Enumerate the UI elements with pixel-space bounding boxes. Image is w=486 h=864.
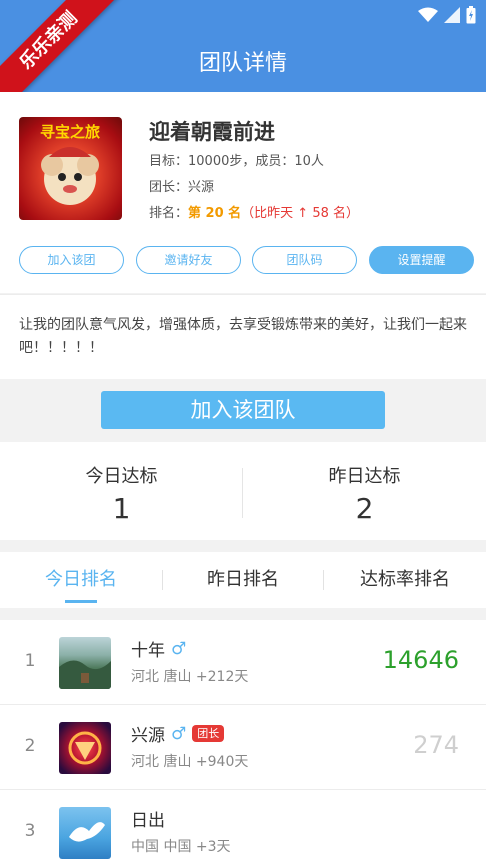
- member-steps: 274: [413, 731, 459, 759]
- team-description: 让我的团队意气风发，增强体质，去享受锻炼带来的美好，让我们一起来吧！！！！！: [0, 294, 486, 379]
- invite-friends-button[interactable]: 邀请好友: [136, 246, 241, 274]
- team-leader: 团长：兴源: [149, 180, 215, 195]
- leader-badge: 团长: [192, 725, 225, 742]
- member-name-line: 日出: [131, 806, 165, 831]
- member-rank: 1: [24, 651, 36, 671]
- signal-icon: [444, 7, 460, 23]
- member-name: 日出: [131, 811, 165, 831]
- rank-prefix: 排名：: [149, 206, 189, 221]
- member-avatar: [59, 637, 111, 689]
- member-name: 兴源: [131, 726, 165, 746]
- team-rank: 排名：第 20 名（比昨天 ↑ 58 名）: [149, 202, 359, 221]
- member-steps: 14646: [382, 646, 459, 674]
- status-icons: [418, 6, 476, 24]
- avatar-caption: 寻宝之旅: [40, 123, 100, 141]
- member-rank: 2: [24, 736, 36, 756]
- wifi-icon: [418, 7, 438, 22]
- team-info-card: 寻宝之旅 迎着朝霞前进 目标：10000步，成员：10人 团长：兴源 排名：第 …: [0, 92, 486, 293]
- team-code-button[interactable]: 团队码: [252, 246, 357, 274]
- member-ranking-list: 1 十年 ♂ 河北 唐山 +212天 14646 2 兴源 ♂ 团长 河北 唐山…: [0, 620, 486, 864]
- team-goal: 目标：10000步，成员：10人: [149, 154, 324, 169]
- list-item[interactable]: 1 十年 ♂ 河北 唐山 +212天 14646: [0, 620, 486, 705]
- battery-icon: [466, 6, 476, 24]
- join-team-main-button[interactable]: 加入该团队: [101, 391, 385, 429]
- rank-value: 第 20 名: [188, 206, 242, 221]
- male-icon: ♂: [171, 723, 187, 744]
- stat-yesterday: 昨日达标 2: [243, 442, 486, 540]
- member-location: 河北 唐山 +212天: [131, 669, 249, 685]
- page-title: 团队详情: [198, 51, 287, 76]
- active-tab-indicator: [65, 600, 97, 603]
- tab-yesterday-ranking[interactable]: 昨日排名: [162, 552, 324, 608]
- stat-yesterday-label: 昨日达标: [328, 466, 401, 487]
- member-rank: 3: [24, 821, 36, 841]
- member-name-line: 兴源 ♂ 团长: [131, 721, 225, 746]
- team-avatar-art: 寻宝之旅: [40, 123, 100, 205]
- team-avatar: 寻宝之旅: [19, 117, 122, 220]
- tab-rate-ranking[interactable]: 达标率排名: [324, 552, 486, 608]
- stat-today-label: 今日达标: [85, 466, 158, 487]
- set-reminder-button[interactable]: 设置提醒: [369, 246, 474, 274]
- description-text: 让我的团队意气风发，增强体质，去享受锻炼带来的美好，让我们一起来吧！！！！！: [19, 317, 467, 356]
- list-item[interactable]: 2 兴源 ♂ 团长 河北 唐山 +940天 274: [0, 705, 486, 790]
- join-section: 加入该团队: [0, 379, 486, 441]
- stat-today: 今日达标 1: [0, 442, 243, 540]
- daily-stats: 今日达标 1 昨日达标 2: [0, 442, 486, 540]
- male-icon: ♂: [171, 638, 187, 659]
- member-name-line: 十年 ♂: [131, 636, 187, 662]
- team-name: 迎着朝霞前进: [149, 120, 275, 144]
- member-location: 河北 唐山 +940天: [131, 754, 249, 770]
- action-buttons: 加入该团 邀请好友 团队码 设置提醒: [19, 246, 475, 274]
- rank-change: （比昨天 ↑ 58 名）: [241, 206, 360, 221]
- stat-yesterday-value: 2: [355, 492, 374, 525]
- member-location: 中国 中国 +3天: [131, 839, 231, 855]
- stat-today-value: 1: [112, 492, 131, 525]
- join-team-button[interactable]: 加入该团: [19, 246, 124, 274]
- member-avatar: [59, 807, 111, 859]
- member-name: 十年: [131, 641, 165, 661]
- list-item[interactable]: 3 日出 中国 中国 +3天: [0, 790, 486, 864]
- member-avatar: [59, 722, 111, 774]
